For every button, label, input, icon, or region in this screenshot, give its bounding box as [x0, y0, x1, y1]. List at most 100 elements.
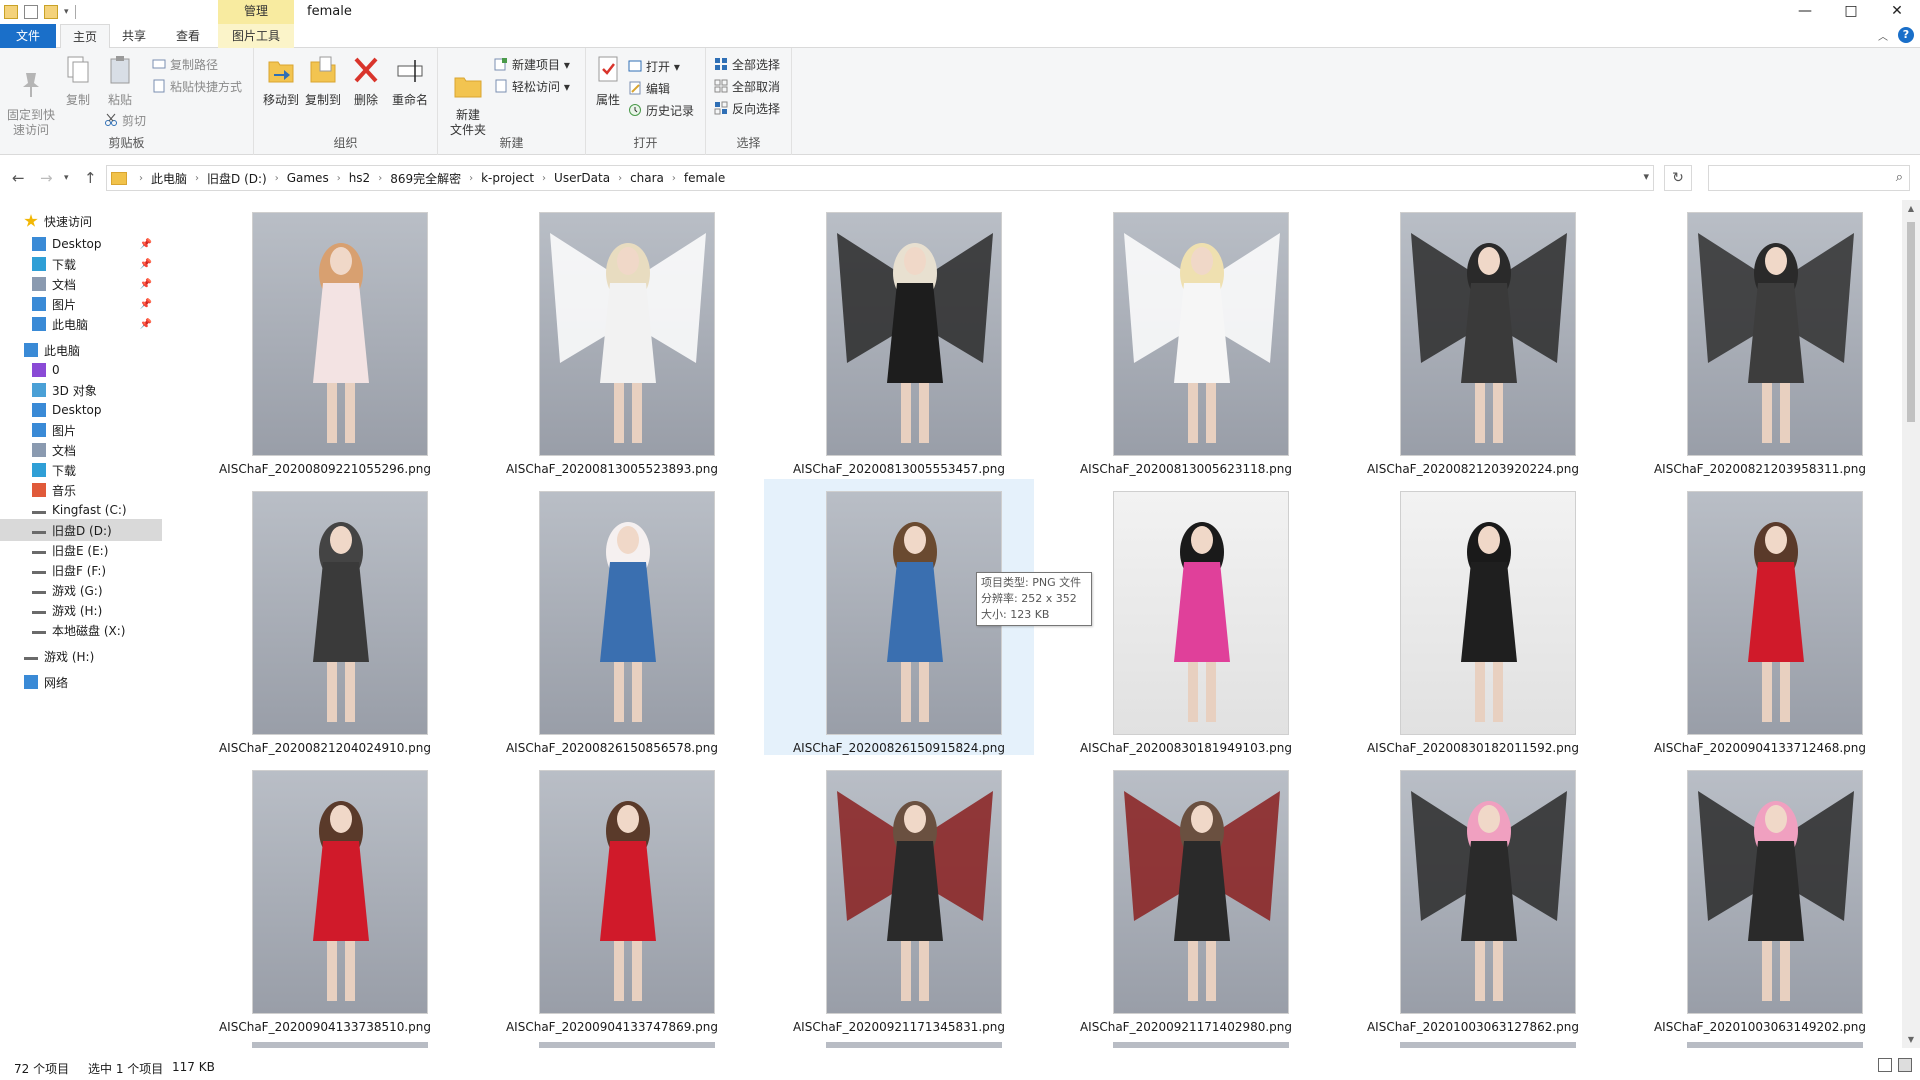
nav-item[interactable]: 音乐: [0, 479, 162, 501]
details-view-icon[interactable]: [1878, 1058, 1892, 1072]
breadcrumb-item[interactable]: hs2 ›: [349, 170, 391, 187]
tab-picture-tools[interactable]: 图片工具: [218, 24, 294, 48]
recent-locations-icon[interactable]: ▾: [64, 173, 69, 183]
file-tile[interactable]: AISChaF_20200813005623118.png: [1051, 200, 1321, 476]
new-folder-button[interactable]: 新建 文件夹: [446, 54, 490, 138]
invert-selection-button[interactable]: 反向选择: [714, 98, 780, 118]
nav-item[interactable]: 快速访问: [0, 210, 162, 232]
edit-button[interactable]: 编辑: [628, 78, 670, 98]
refresh-button[interactable]: ↻: [1664, 165, 1692, 191]
file-tile[interactable]: AISChaF_20200821203958311.png: [1625, 200, 1895, 476]
file-tile[interactable]: AISChaF_20200904133747869.png: [477, 758, 747, 1034]
breadcrumb-separator-icon[interactable]: ›: [337, 173, 341, 184]
nav-item[interactable]: 3D 对象: [0, 379, 162, 401]
nav-item[interactable]: 文档 📌: [0, 273, 162, 295]
new-folder-icon[interactable]: [44, 5, 58, 19]
tab-share[interactable]: 共享: [112, 24, 156, 48]
nav-item[interactable]: 本地磁盘 (X:): [0, 619, 162, 641]
file-tile[interactable]: AISChaF_20200921171402980.png: [1051, 758, 1321, 1034]
pin-quick-access-button[interactable]: 固定到快 速访问: [6, 54, 56, 138]
file-tile[interactable]: AISChaF_20200809221055296.png: [190, 200, 460, 476]
breadcrumb-separator-icon[interactable]: ›: [378, 173, 382, 184]
address-dropdown-icon[interactable]: ▾: [1643, 170, 1649, 183]
new-item-button[interactable]: 新建项目 ▾: [494, 54, 570, 74]
vertical-scrollbar[interactable]: ▲ ▼: [1902, 200, 1920, 1048]
breadcrumb-item[interactable]: 869完全解密 ›: [390, 170, 481, 187]
file-tile[interactable]: AISChaF_20200821203920224.png: [1338, 200, 1608, 476]
search-input[interactable]: ⌕: [1708, 165, 1910, 191]
scrollbar-thumb[interactable]: [1907, 222, 1915, 422]
copy-path-button[interactable]: 复制路径: [152, 54, 218, 74]
collapse-ribbon-icon[interactable]: ︿: [1878, 28, 1888, 43]
nav-item[interactable]: 下载 📌: [0, 253, 162, 275]
move-to-button[interactable]: 移动到: [262, 54, 300, 108]
history-button[interactable]: 历史记录: [628, 100, 694, 120]
nav-item[interactable]: 游戏 (H:): [0, 599, 162, 621]
breadcrumb-separator-icon[interactable]: ›: [275, 173, 279, 184]
nav-item[interactable]: 图片 📌: [0, 293, 162, 315]
file-tile[interactable]: AISChaF_20200904133712468.png: [1625, 479, 1895, 755]
file-tile[interactable]: AISChaF_20201003063127862.png: [1338, 758, 1608, 1034]
breadcrumb-item[interactable]: UserData ›: [554, 170, 630, 187]
select-none-button[interactable]: 全部取消: [714, 76, 780, 96]
nav-item[interactable]: 旧盘E (E:): [0, 539, 162, 561]
forward-arrow-icon[interactable]: →: [40, 169, 53, 187]
close-button[interactable]: ✕: [1874, 0, 1920, 24]
nav-item[interactable]: 旧盘D (D:): [0, 519, 162, 541]
paste-shortcut-button[interactable]: 粘贴快捷方式: [152, 76, 242, 96]
nav-item[interactable]: Desktop 📌: [0, 233, 162, 255]
easy-access-button[interactable]: 轻松访问 ▾: [494, 76, 570, 96]
rename-button[interactable]: 重命名: [390, 54, 430, 108]
nav-item[interactable]: 此电脑 📌: [0, 313, 162, 335]
large-icons-view-icon[interactable]: [1898, 1058, 1912, 1072]
tab-file[interactable]: 文件: [0, 24, 56, 48]
copy-button[interactable]: 复制: [62, 54, 94, 108]
properties-button[interactable]: 属性: [592, 54, 624, 108]
scroll-down-icon[interactable]: ▼: [1902, 1035, 1920, 1044]
paste-button[interactable]: 粘贴: [104, 54, 136, 108]
breadcrumb-item[interactable]: 此电脑 ›: [151, 170, 207, 187]
open-button[interactable]: 打开 ▾: [628, 56, 680, 76]
nav-item[interactable]: 旧盘F (F:): [0, 559, 162, 581]
nav-item[interactable]: 文档: [0, 439, 162, 461]
maximize-button[interactable]: □: [1828, 0, 1874, 24]
properties-icon[interactable]: [24, 5, 38, 19]
delete-button[interactable]: 删除: [350, 54, 382, 108]
file-tile[interactable]: AISChaF_20201003063149202.png: [1625, 758, 1895, 1034]
select-all-button[interactable]: 全部选择: [714, 54, 780, 74]
breadcrumb-separator-icon[interactable]: ›: [672, 173, 676, 184]
file-tile[interactable]: AISChaF_20200821204024910.png: [190, 479, 460, 755]
address-bar[interactable]: › 此电脑 › 旧盘D (D:) › Games › hs2 › 869完全解密 › k-proje…: [106, 165, 1654, 191]
copy-to-button[interactable]: 复制到: [304, 54, 342, 108]
file-tile[interactable]: AISChaF_20200904133738510.png: [190, 758, 460, 1034]
nav-item[interactable]: 游戏 (G:): [0, 579, 162, 601]
file-tile[interactable]: AISChaF_20200830182011592.png: [1338, 479, 1608, 755]
back-arrow-icon[interactable]: ←: [12, 169, 25, 187]
nav-item[interactable]: 下载: [0, 459, 162, 481]
nav-item[interactable]: Kingfast (C:): [0, 499, 162, 521]
cut-button[interactable]: 剪切: [104, 110, 146, 130]
breadcrumb-item[interactable]: k-project ›: [481, 170, 554, 187]
qat-dropdown-icon[interactable]: ▾: [64, 7, 69, 17]
breadcrumb-item[interactable]: female: [684, 170, 725, 187]
breadcrumb-item[interactable]: Games ›: [287, 170, 349, 187]
tab-home[interactable]: 主页: [60, 24, 110, 49]
breadcrumb-separator-icon[interactable]: ›: [542, 173, 546, 184]
nav-item[interactable]: 游戏 (H:): [0, 645, 162, 667]
breadcrumb-separator-icon[interactable]: ›: [469, 173, 473, 184]
minimize-button[interactable]: —: [1782, 0, 1828, 24]
nav-item[interactable]: 图片: [0, 419, 162, 441]
nav-item[interactable]: 网络: [0, 671, 162, 693]
help-icon[interactable]: ?: [1898, 27, 1914, 43]
folder-icon[interactable]: [4, 5, 18, 19]
up-arrow-icon[interactable]: ↑: [84, 169, 97, 187]
file-tile[interactable]: AISChaF_20200813005523893.png: [477, 200, 747, 476]
file-tile[interactable]: AISChaF_20200921171345831.png: [764, 758, 1034, 1034]
nav-item[interactable]: 此电脑: [0, 339, 162, 361]
nav-item[interactable]: Desktop: [0, 399, 162, 421]
file-tile[interactable]: AISChaF_20200813005553457.png: [764, 200, 1034, 476]
breadcrumb-item[interactable]: chara ›: [630, 170, 684, 187]
file-tile[interactable]: AISChaF_20200826150856578.png: [477, 479, 747, 755]
breadcrumb-separator-icon[interactable]: ›: [618, 173, 622, 184]
breadcrumb-item[interactable]: 旧盘D (D:) ›: [207, 170, 287, 187]
